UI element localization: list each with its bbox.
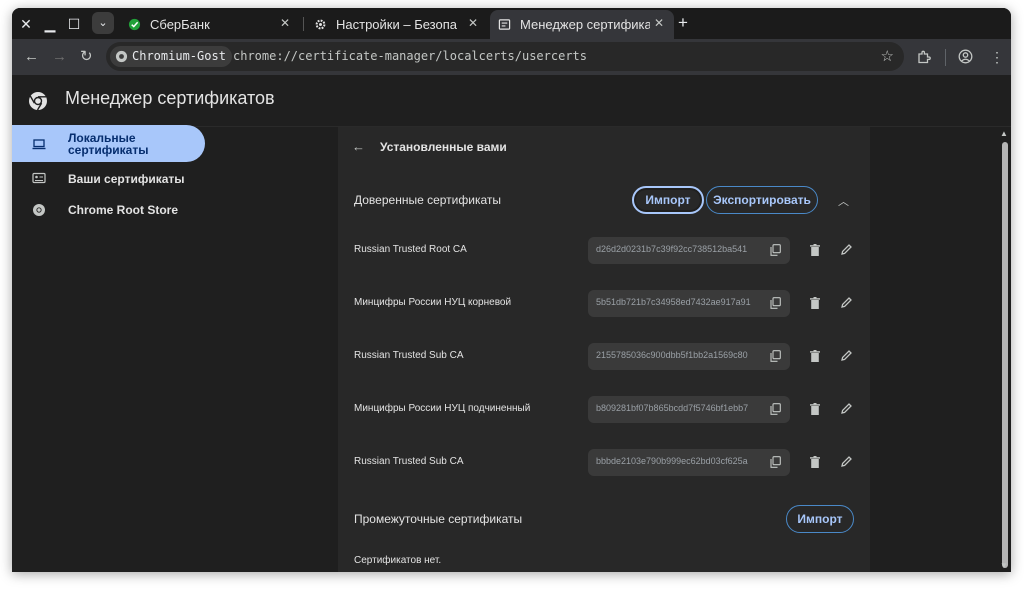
forward-arrow-icon[interactable]: →	[52, 47, 67, 67]
table-row: Russian Trusted Root CA d26d2d0231b7c39f…	[338, 235, 870, 267]
tab-sberbank[interactable]: СберБанк ✕	[120, 10, 300, 39]
minimize-window-button[interactable]: ▁	[40, 14, 60, 34]
page-title: Менеджер сертификатов	[65, 88, 275, 108]
table-row: Минцифры России НУЦ подчиненный b809281b…	[338, 394, 870, 426]
certificate-name: Russian Trusted Sub CA	[354, 350, 464, 361]
site-chip-label: Chromium-Gost	[132, 49, 226, 63]
browser-window: ✕ ▁ ☐ ⌄ СберБанк ✕ Настройки – Безопа ✕	[12, 8, 1011, 572]
sidebar-item-chrome-root-store[interactable]: Chrome Root Store	[12, 199, 205, 221]
close-tab-icon[interactable]: ✕	[468, 16, 478, 30]
extensions-icon[interactable]	[917, 50, 931, 64]
hash-value: b809281bf07b865bcdd7f5746bf1ebb7	[596, 403, 749, 413]
table-row: Russian Trusted Sub CA 2155785036c900dbb…	[338, 341, 870, 373]
table-row: Минцифры России НУЦ корневой 5b51db721b7…	[338, 288, 870, 320]
cert-page-icon	[498, 19, 511, 30]
trash-icon[interactable]	[810, 244, 820, 256]
table-row: Russian Trusted Sub CA bbbde2103e790b999…	[338, 447, 870, 479]
tab-strip: ✕ ▁ ☐ ⌄ СберБанк ✕ Настройки – Безопа ✕	[12, 8, 1011, 39]
chevron-down-icon: ⌄	[98, 17, 108, 29]
certificate-name: Минцифры России НУЦ корневой	[354, 297, 512, 308]
close-tab-icon[interactable]: ✕	[654, 16, 664, 30]
trash-icon[interactable]	[810, 403, 820, 415]
certificates-card: ← Установленные вами Доверенные сертифик…	[338, 127, 870, 572]
toolbar-separator	[945, 49, 946, 66]
profile-icon[interactable]	[958, 49, 973, 64]
new-tab-button[interactable]: +	[678, 13, 688, 33]
copy-icon[interactable]	[770, 403, 781, 415]
tab-separator	[303, 17, 304, 31]
edit-pencil-icon[interactable]	[840, 296, 853, 309]
empty-state-text: Сертификатов нет.	[354, 555, 442, 566]
back-arrow-icon[interactable]: ←	[24, 47, 39, 67]
edit-pencil-icon[interactable]	[840, 349, 853, 362]
copy-icon[interactable]	[770, 244, 781, 256]
page-header: Менеджер сертификатов	[12, 75, 1011, 127]
trash-icon[interactable]	[810, 297, 820, 309]
edit-pencil-icon[interactable]	[840, 455, 853, 468]
certificate-name: Russian Trusted Sub CA	[354, 456, 464, 467]
url-text[interactable]: chrome://certificate-manager/localcerts/…	[233, 49, 587, 63]
certificate-name: Минцифры России НУЦ подчиненный	[354, 403, 531, 414]
import-trusted-button[interactable]: Импорт	[632, 186, 704, 214]
scrollbar-thumb[interactable]	[1002, 142, 1008, 568]
edit-pencil-icon[interactable]	[840, 243, 853, 256]
hash-field: 2155785036c900dbb5f1bb2a1569c80	[588, 343, 790, 370]
export-button[interactable]: Экспортировать	[706, 186, 818, 214]
edit-pencil-icon[interactable]	[840, 402, 853, 415]
close-window-button[interactable]: ✕	[16, 14, 36, 34]
maximize-window-button[interactable]: ☐	[64, 14, 84, 34]
address-bar[interactable]: Chromium-Gost chrome://certificate-manag…	[106, 42, 904, 71]
certificate-name: Russian Trusted Root CA	[354, 244, 467, 255]
copy-icon[interactable]	[770, 297, 781, 309]
copy-icon[interactable]	[770, 456, 781, 468]
back-arrow-icon[interactable]: ←	[352, 139, 365, 154]
trash-icon[interactable]	[810, 456, 820, 468]
tab-title: Менеджер сертифика	[520, 17, 650, 32]
section-title: Установленные вами	[380, 140, 507, 154]
close-tab-icon[interactable]: ✕	[280, 16, 290, 30]
hash-field: bbbde2103e790b999ec62bd03cf625a	[588, 449, 790, 476]
hash-field: d26d2d0231b7c39f92cc738512ba541	[588, 237, 790, 264]
hash-field: 5b51db721b7c34958ed7432ae917a91	[588, 290, 790, 317]
tab-certificate-manager[interactable]: Менеджер сертифика ✕	[490, 10, 674, 39]
id-card-icon	[32, 172, 46, 184]
gear-icon	[315, 19, 326, 30]
scroll-down-arrow-icon[interactable]: ▼	[1000, 561, 1008, 570]
trusted-certificates-title: Доверенные сертификаты	[354, 193, 501, 207]
hash-value: d26d2d0231b7c39f92cc738512ba541	[596, 244, 748, 254]
sidebar-item-label: Chrome Root Store	[68, 203, 179, 217]
sidebar-item-label: Ваши сертификаты	[68, 172, 185, 186]
import-intermediate-button[interactable]: Импорт	[786, 505, 854, 533]
trash-icon[interactable]	[810, 350, 820, 362]
intermediate-certificates-title: Промежуточные сертификаты	[354, 512, 523, 526]
sidebar-label-line: сертификаты	[68, 143, 149, 157]
hash-field: b809281bf07b865bcdd7f5746bf1ebb7	[588, 396, 790, 423]
bookmark-star-icon[interactable]: ☆	[881, 47, 894, 65]
chromium-icon	[115, 50, 128, 63]
sber-icon	[128, 18, 141, 31]
laptop-icon	[32, 139, 46, 150]
scroll-up-arrow-icon[interactable]: ▲	[1000, 129, 1008, 138]
chevron-up-icon[interactable]: ︿	[838, 193, 849, 209]
toolbar: ← → ↻ Chromium-Gost chrome://certificate…	[12, 39, 1011, 75]
tab-title: СберБанк	[150, 17, 210, 32]
hash-value: 2155785036c900dbb5f1bb2a1569c80	[596, 350, 748, 360]
chrome-icon	[33, 204, 45, 216]
tab-search-button[interactable]: ⌄	[92, 12, 114, 34]
site-info-chip[interactable]: Chromium-Gost	[110, 46, 232, 67]
sidebar-item-local-certificates[interactable]: Локальные сертификаты	[12, 125, 205, 162]
sidebar-item-label: Локальные сертификаты	[68, 132, 148, 156]
menu-kebab-icon[interactable]: ⋮	[990, 48, 1004, 66]
tab-settings[interactable]: Настройки – Безопа ✕	[306, 10, 488, 39]
reload-icon[interactable]: ↻	[80, 47, 93, 67]
hash-value: bbbde2103e790b999ec62bd03cf625a	[596, 456, 748, 466]
chrome-logo-icon	[29, 92, 47, 111]
hash-value: 5b51db721b7c34958ed7432ae917a91	[596, 297, 751, 307]
sidebar-item-your-certificates[interactable]: Ваши сертификаты	[12, 168, 205, 190]
copy-icon[interactable]	[770, 350, 781, 362]
tab-title: Настройки – Безопа	[336, 17, 457, 32]
